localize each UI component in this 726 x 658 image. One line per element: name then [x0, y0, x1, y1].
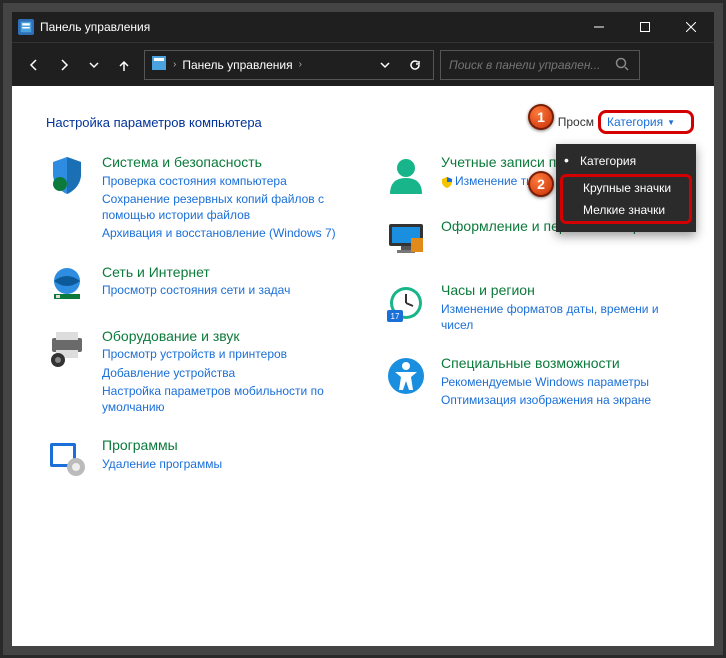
category-link[interactable]: Архивация и восстановление (Windows 7) — [102, 225, 355, 241]
category-link[interactable]: Рекомендуемые Windows параметры — [441, 374, 651, 390]
view-dropdown-menu: Категория Крупные значки Мелкие значки — [556, 144, 696, 232]
clock-icon: 17 — [385, 282, 427, 324]
address-dropdown-button[interactable] — [373, 51, 397, 79]
category-link[interactable]: Оптимизация изображения на экране — [441, 392, 651, 408]
search-input[interactable] — [449, 58, 615, 72]
annotation-frame: Крупные значки Мелкие значки — [560, 174, 692, 224]
category-title[interactable]: Программы — [102, 437, 222, 454]
nav-up-button[interactable] — [110, 51, 138, 79]
annotation-badge-1: 1 — [528, 104, 554, 130]
refresh-button[interactable] — [403, 51, 427, 79]
category-link[interactable]: Просмотр состояния сети и задач — [102, 282, 290, 298]
page-title: Настройка параметров компьютера — [46, 115, 558, 130]
category-link[interactable]: Удаление программы — [102, 456, 222, 472]
nav-forward-button[interactable] — [50, 51, 78, 79]
printer-icon — [46, 328, 88, 370]
category-programs: Программы Удаление программы — [46, 437, 355, 479]
globe-icon — [46, 264, 88, 306]
maximize-button[interactable] — [622, 12, 668, 42]
menu-item-category[interactable]: Категория — [556, 150, 696, 172]
nav-recent-button[interactable] — [80, 51, 108, 79]
category-clock: 17 Часы и регион Изменение форматов даты… — [385, 282, 694, 333]
category-link[interactable]: Проверка состояния компьютера — [102, 173, 355, 189]
titlebar: Панель управления — [12, 12, 714, 42]
address-bar[interactable]: › Панель управления › — [144, 50, 434, 80]
accessibility-icon — [385, 355, 427, 397]
category-hardware: Оборудование и звук Просмотр устройств и… — [46, 328, 355, 416]
category-network: Сеть и Интернет Просмотр состояния сети … — [46, 264, 355, 306]
chevron-right-icon: › — [299, 59, 302, 70]
view-by-value: Категория — [607, 115, 663, 129]
category-link[interactable]: Настройка параметров мобильности по умол… — [102, 383, 355, 415]
menu-item-small-icons[interactable]: Мелкие значки — [563, 199, 689, 221]
close-button[interactable] — [668, 12, 714, 42]
user-icon — [385, 154, 427, 196]
search-box[interactable] — [440, 50, 640, 80]
content-area: 1 2 Настройка параметров компьютера Прос… — [12, 86, 714, 646]
category-system-security: Система и безопасность Проверка состояни… — [46, 154, 355, 242]
category-link[interactable]: Сохранение резервных копий файлов с помо… — [102, 191, 355, 223]
control-panel-icon — [18, 19, 34, 35]
control-panel-icon — [151, 55, 167, 74]
programs-icon — [46, 437, 88, 479]
nav-back-button[interactable] — [20, 51, 48, 79]
view-by-dropdown[interactable]: Категория ▼ — [598, 110, 694, 134]
category-title[interactable]: Сеть и Интернет — [102, 264, 290, 281]
menu-item-large-icons[interactable]: Крупные значки — [563, 177, 689, 199]
category-title[interactable]: Оборудование и звук — [102, 328, 355, 345]
chevron-right-icon: › — [173, 59, 176, 70]
category-title[interactable]: Специальные возможности — [441, 355, 651, 372]
category-link[interactable]: Добавление устройства — [102, 365, 355, 381]
category-title[interactable]: Часы и регион — [441, 282, 694, 299]
shield-icon — [46, 154, 88, 196]
window-title: Панель управления — [40, 20, 576, 34]
annotation-badge-2: 2 — [528, 171, 554, 197]
breadcrumb[interactable]: Панель управления — [182, 58, 292, 72]
view-by-label: Просм — [558, 115, 594, 129]
chevron-down-icon: ▼ — [667, 118, 675, 127]
search-icon[interactable] — [615, 57, 631, 73]
category-link[interactable]: Изменение форматов даты, времени и чисел — [441, 301, 694, 333]
category-link[interactable]: Просмотр устройств и принтеров — [102, 346, 355, 362]
svg-text:17: 17 — [391, 312, 400, 321]
minimize-button[interactable] — [576, 12, 622, 42]
uac-shield-icon — [441, 176, 453, 188]
category-title[interactable]: Система и безопасность — [102, 154, 355, 171]
monitor-icon — [385, 218, 427, 260]
navbar: › Панель управления › — [12, 42, 714, 86]
category-ease-of-access: Специальные возможности Рекомендуемые Wi… — [385, 355, 694, 408]
